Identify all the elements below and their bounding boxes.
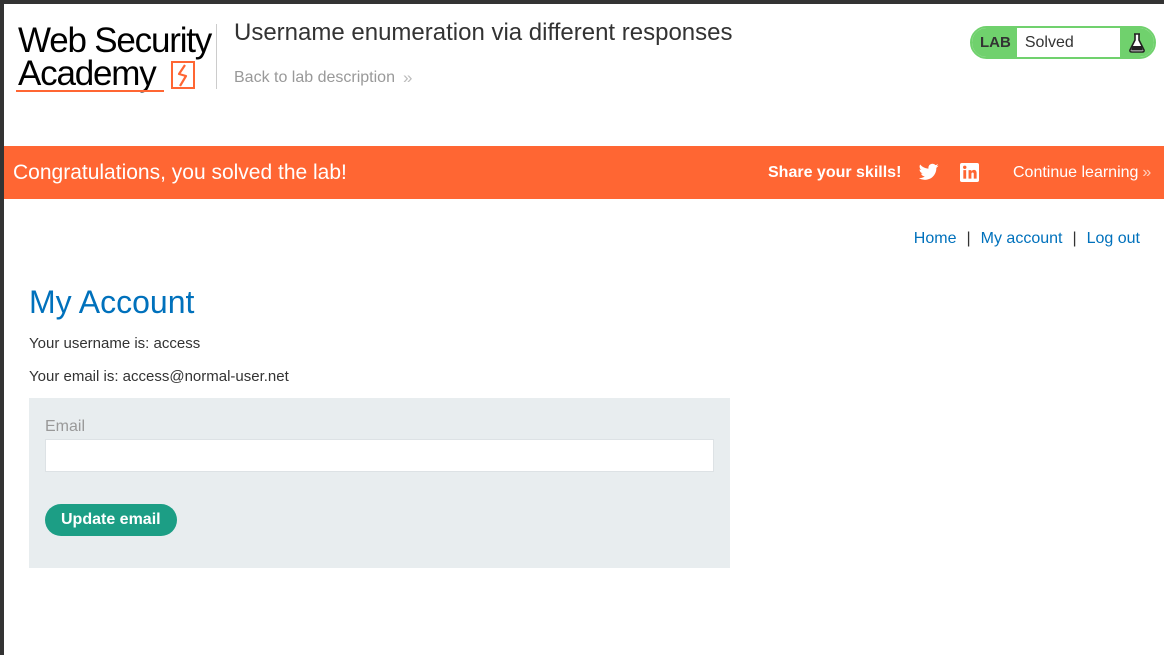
flask-icon xyxy=(1120,28,1154,57)
account-nav: Home | My account | Log out xyxy=(914,230,1140,248)
double-chevron-right-icon: » xyxy=(1142,164,1152,181)
lab-title: Username enumeration via different respo… xyxy=(234,19,733,46)
logo-bolt-icon xyxy=(171,61,195,89)
email-text: Your email is: access@normal-user.net xyxy=(29,368,289,385)
twitter-icon[interactable] xyxy=(919,163,939,181)
email-input[interactable] xyxy=(45,439,714,472)
double-chevron-right-icon: » xyxy=(402,68,413,87)
nav-log-out-link[interactable]: Log out xyxy=(1087,230,1140,248)
share-skills-label: Share your skills! xyxy=(768,164,902,181)
lab-badge: LAB xyxy=(972,28,1017,57)
congratulations-banner: Congratulations, you solved the lab! Sha… xyxy=(4,146,1164,199)
lab-status-text: Solved xyxy=(1024,33,1074,51)
nav-my-account-link[interactable]: My account xyxy=(981,230,1063,248)
lab-status-widget: LAB Solved xyxy=(970,26,1156,59)
web-security-academy-logo[interactable]: Web Security Academy xyxy=(16,22,216,96)
nav-separator: | xyxy=(1072,230,1077,247)
back-link-label: Back to lab description xyxy=(234,69,395,86)
header-divider xyxy=(216,24,217,89)
update-email-button[interactable]: Update email xyxy=(45,504,177,536)
continue-learning-link[interactable]: Continue learning » xyxy=(1013,164,1151,182)
congratulations-message: Congratulations, you solved the lab! xyxy=(13,161,347,184)
linkedin-icon[interactable] xyxy=(960,163,979,182)
username-text: Your username is: access xyxy=(29,335,201,352)
nav-separator: | xyxy=(966,230,971,247)
continue-learning-label: Continue learning xyxy=(1013,164,1139,181)
logo-line-2: Academy xyxy=(18,54,157,93)
page-title: My Account xyxy=(29,284,195,320)
header: Web Security Academy Username enumeratio… xyxy=(4,4,1164,146)
logo-underline xyxy=(16,90,164,92)
nav-home-link[interactable]: Home xyxy=(914,230,957,248)
change-email-form: Email Update email xyxy=(29,398,730,568)
back-to-lab-description-link[interactable]: Back to lab description » xyxy=(234,68,412,88)
page: Web Security Academy Username enumeratio… xyxy=(4,4,1164,655)
email-label: Email xyxy=(45,418,86,435)
